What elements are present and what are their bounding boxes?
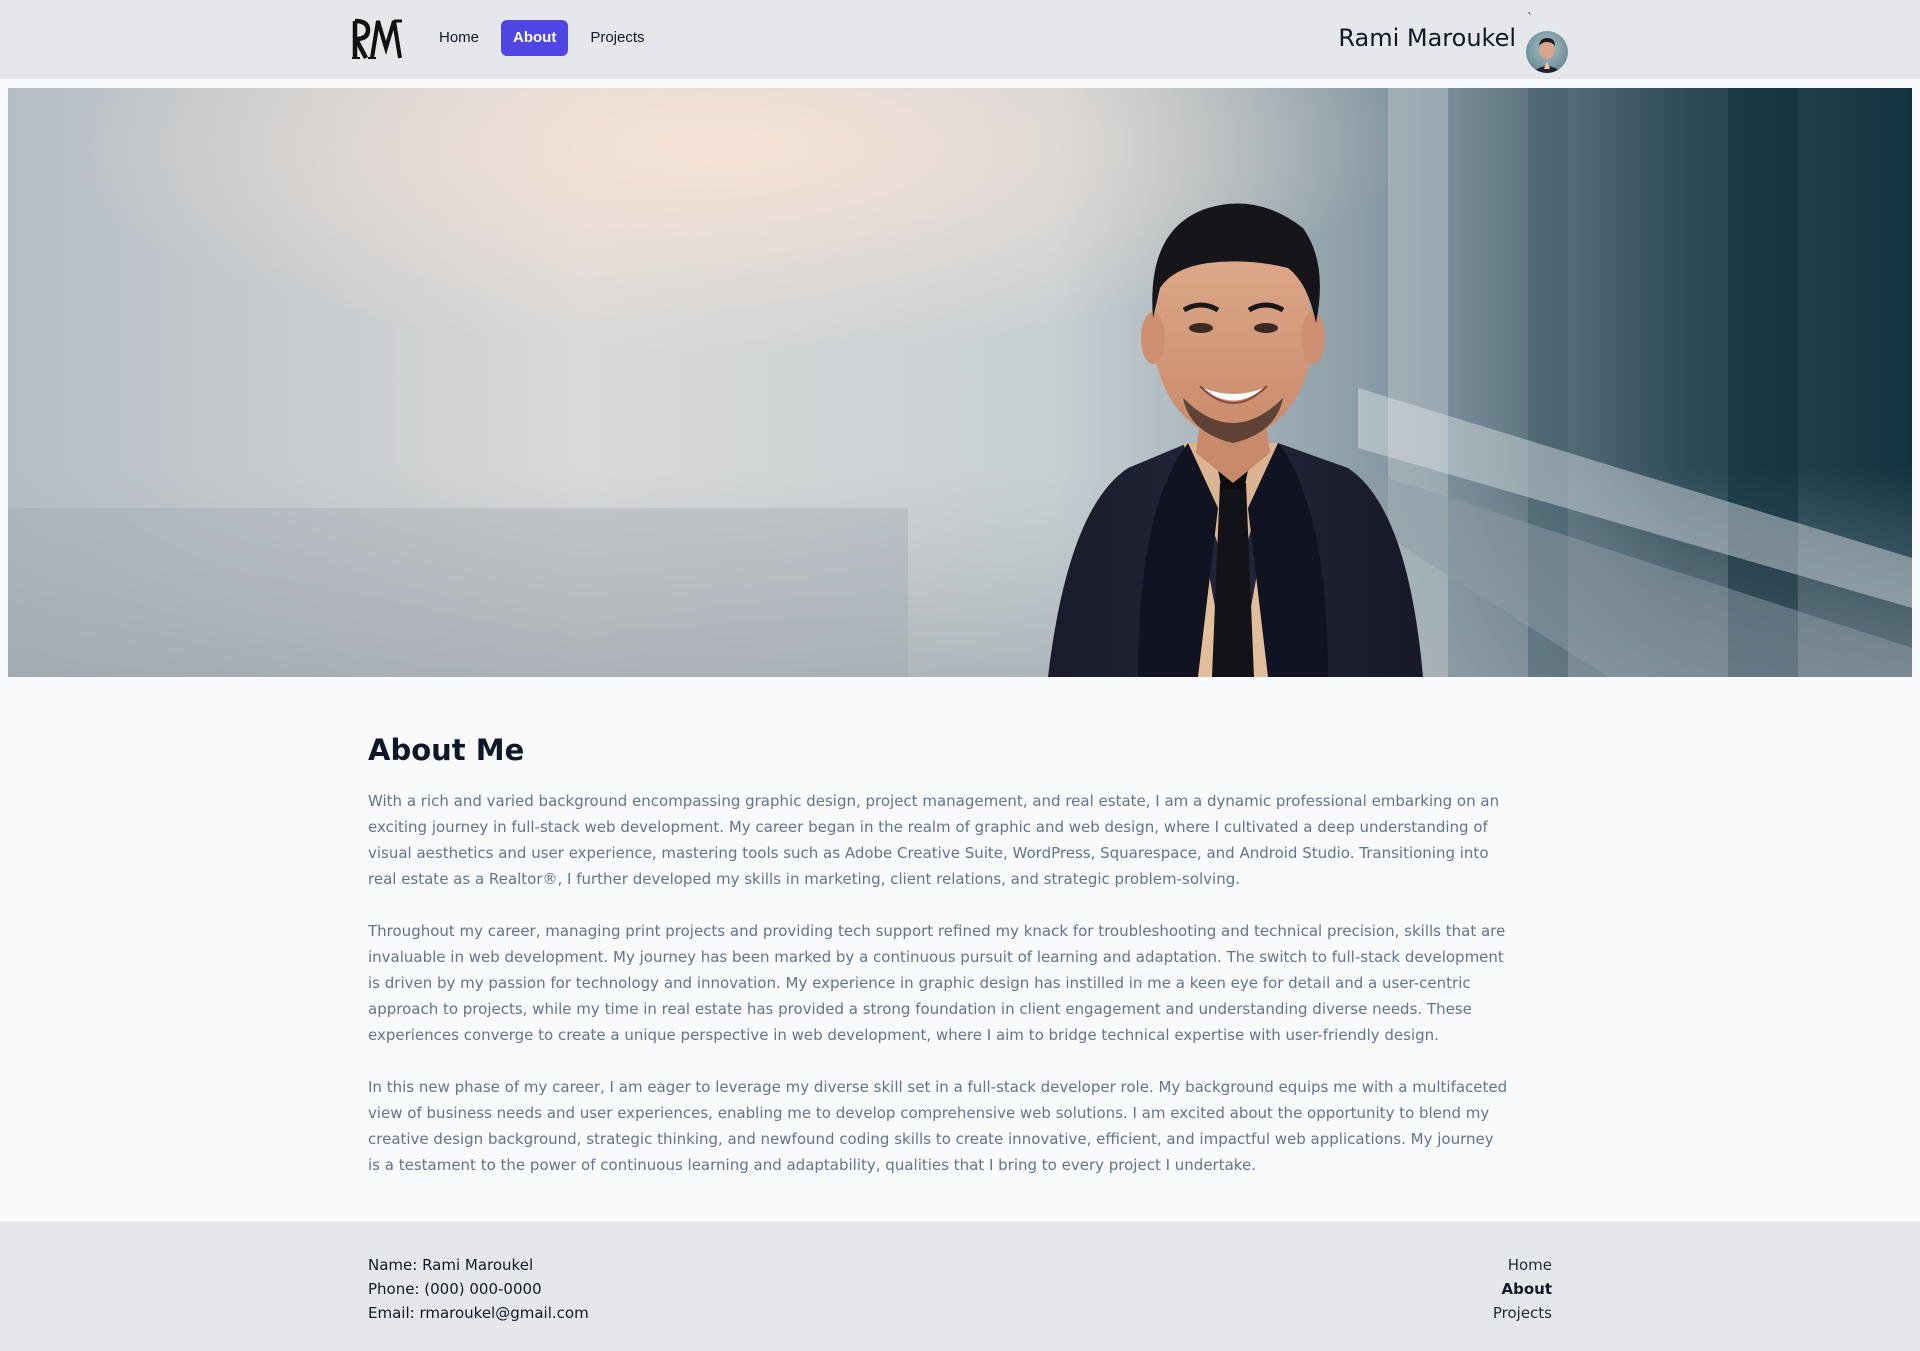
footer-email: Email: rmaroukel@gmail.com [368,1304,589,1322]
avatar[interactable] [1526,31,1568,73]
nav-projects[interactable]: Projects [578,20,656,56]
main-nav: Home About Projects [427,20,657,56]
user-name: Rami Maroukel [1338,24,1516,52]
about-paragraph-3: In this new phase of my career, I am eag… [368,1078,1508,1174]
footer-nav: Home About Projects [1493,1253,1552,1325]
footer-name: Name: Rami Maroukel [368,1256,534,1274]
nav-home[interactable]: Home [427,20,491,56]
rm-logo-icon[interactable] [352,18,406,60]
footer-contact: Name: Rami Maroukel Phone: (000) 000-000… [368,1253,589,1325]
site-footer: Name: Rami Maroukel Phone: (000) 000-000… [0,1221,1920,1351]
avatar-mark: ` [1527,11,1533,25]
about-paragraph-1: With a rich and varied background encomp… [368,792,1500,888]
site-header: Home About Projects Rami Maroukel ` [0,0,1920,79]
hero-portrait-image [8,88,1912,677]
nav-about[interactable]: About [501,20,569,56]
footer-phone: Phone: (000) 000-0000 [368,1280,542,1298]
footer-link-about[interactable]: About [1493,1277,1552,1301]
about-paragraph-2: Throughout my career, managing print pro… [368,922,1506,1044]
hero-banner [8,88,1912,677]
avatar-photo-icon [1526,31,1568,73]
footer-link-projects[interactable]: Projects [1493,1301,1552,1325]
about-title: About Me [368,733,525,767]
footer-link-home[interactable]: Home [1493,1253,1552,1277]
about-section: About Me With a rich and varied backgrou… [368,730,1508,1204]
